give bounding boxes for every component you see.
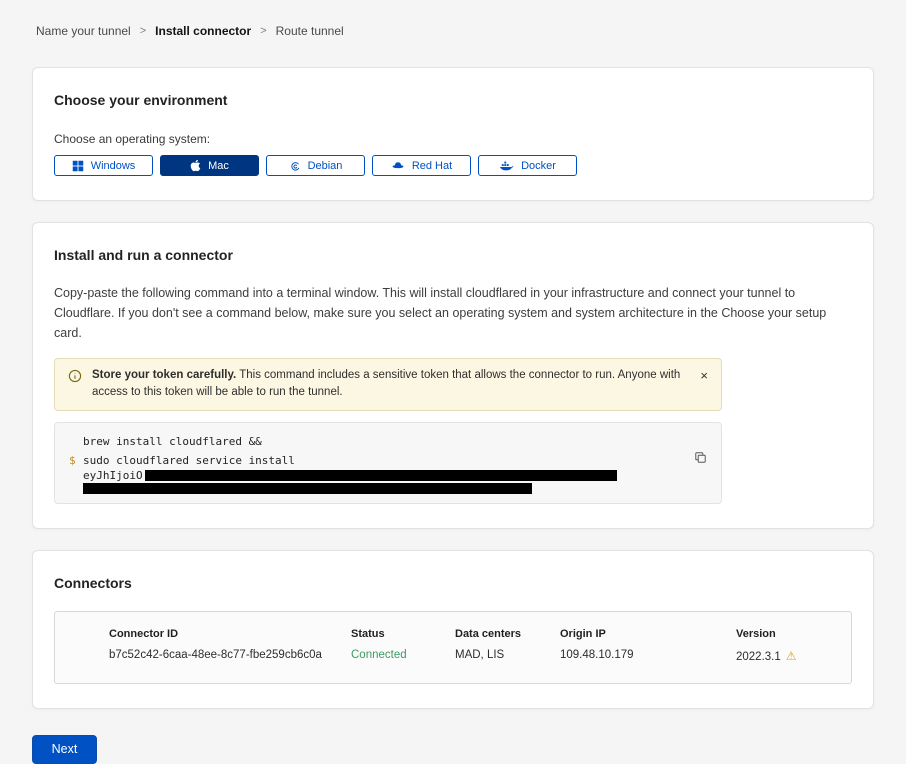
token-prefix: eyJhIjoiO	[83, 470, 143, 482]
os-button-label: Docker	[521, 160, 556, 172]
connectors-table: Connector ID Status Data centers Origin …	[54, 611, 852, 684]
terminal-line: $ sudo cloudflared service install	[69, 451, 681, 470]
connector-status-value: Connected	[351, 649, 455, 663]
warning-icon: ⚠	[786, 649, 797, 663]
terminal-token-line	[69, 482, 681, 494]
breadcrumb-separator: >	[140, 25, 146, 37]
connector-version-value: 2022.3.1	[736, 651, 781, 663]
install-connector-card: Install and run a connector Copy-paste t…	[32, 222, 874, 529]
environment-card-title: Choose your environment	[54, 92, 852, 108]
os-button-group: Windows Mac Debian Red Hat	[54, 155, 852, 176]
docker-icon	[499, 160, 514, 172]
os-button-label: Red Hat	[412, 160, 452, 172]
os-button-label: Debian	[308, 160, 343, 172]
column-header-status: Status	[351, 628, 455, 640]
close-icon[interactable]: ×	[697, 367, 711, 384]
apple-icon	[190, 159, 201, 172]
windows-icon	[72, 160, 84, 172]
connector-origin-ip-value: 109.48.10.179	[560, 649, 736, 663]
terminal-token-line: eyJhIjoiO	[69, 470, 681, 482]
tunnel-setup-page: Name your tunnel > Install connector > R…	[0, 0, 906, 764]
next-button[interactable]: Next	[32, 735, 97, 764]
connector-data-centers-value: MAD, LIS	[455, 649, 560, 663]
redhat-icon	[391, 160, 405, 171]
install-card-title: Install and run a connector	[54, 247, 852, 263]
connectors-card: Connectors Connector ID Status Data cent…	[32, 550, 874, 709]
redacted-token-bar	[145, 470, 617, 481]
terminal-line: brew install cloudflared &&	[69, 432, 681, 451]
column-header-data-centers: Data centers	[455, 628, 560, 640]
os-button-label: Mac	[208, 160, 229, 172]
column-header-version: Version	[736, 628, 835, 640]
os-button-redhat[interactable]: Red Hat	[372, 155, 471, 176]
terminal-command-1: brew install cloudflared &&	[83, 432, 262, 451]
copy-button[interactable]	[692, 449, 709, 469]
column-header-connector-id: Connector ID	[109, 628, 351, 640]
copy-icon	[694, 452, 707, 467]
connectors-card-title: Connectors	[54, 575, 852, 591]
connector-version-cell: 2022.3.1 ⚠	[736, 649, 835, 663]
os-button-label: Windows	[91, 160, 136, 172]
token-warning-alert: Store your token carefully. This command…	[54, 358, 722, 411]
connector-id-value: b7c52c42-6caa-48ee-8c77-fbe259cb6c0a	[109, 649, 351, 663]
alert-text: Store your token carefully. This command…	[92, 367, 683, 402]
os-button-docker[interactable]: Docker	[478, 155, 577, 176]
breadcrumb: Name your tunnel > Install connector > R…	[32, 0, 874, 38]
os-select-label: Choose an operating system:	[54, 132, 852, 146]
terminal-prompt: $	[69, 451, 83, 470]
breadcrumb-install-connector: Install connector	[155, 24, 251, 38]
redacted-token-bar	[83, 483, 532, 494]
terminal-command-2: sudo cloudflared service install	[83, 451, 295, 470]
os-button-debian[interactable]: Debian	[266, 155, 365, 176]
install-instructions: Copy-paste the following command into a …	[54, 283, 852, 343]
breadcrumb-separator: >	[260, 25, 266, 37]
column-header-origin-ip: Origin IP	[560, 628, 736, 640]
breadcrumb-route-tunnel: Route tunnel	[276, 24, 344, 38]
info-icon	[68, 369, 82, 383]
debian-icon	[289, 160, 301, 172]
choose-environment-card: Choose your environment Choose an operat…	[32, 67, 874, 201]
alert-lead: Store your token carefully.	[92, 369, 236, 381]
breadcrumb-name-your-tunnel[interactable]: Name your tunnel	[36, 24, 131, 38]
install-command-terminal: brew install cloudflared && $ sudo cloud…	[54, 422, 722, 504]
os-button-mac[interactable]: Mac	[160, 155, 259, 176]
os-button-windows[interactable]: Windows	[54, 155, 153, 176]
